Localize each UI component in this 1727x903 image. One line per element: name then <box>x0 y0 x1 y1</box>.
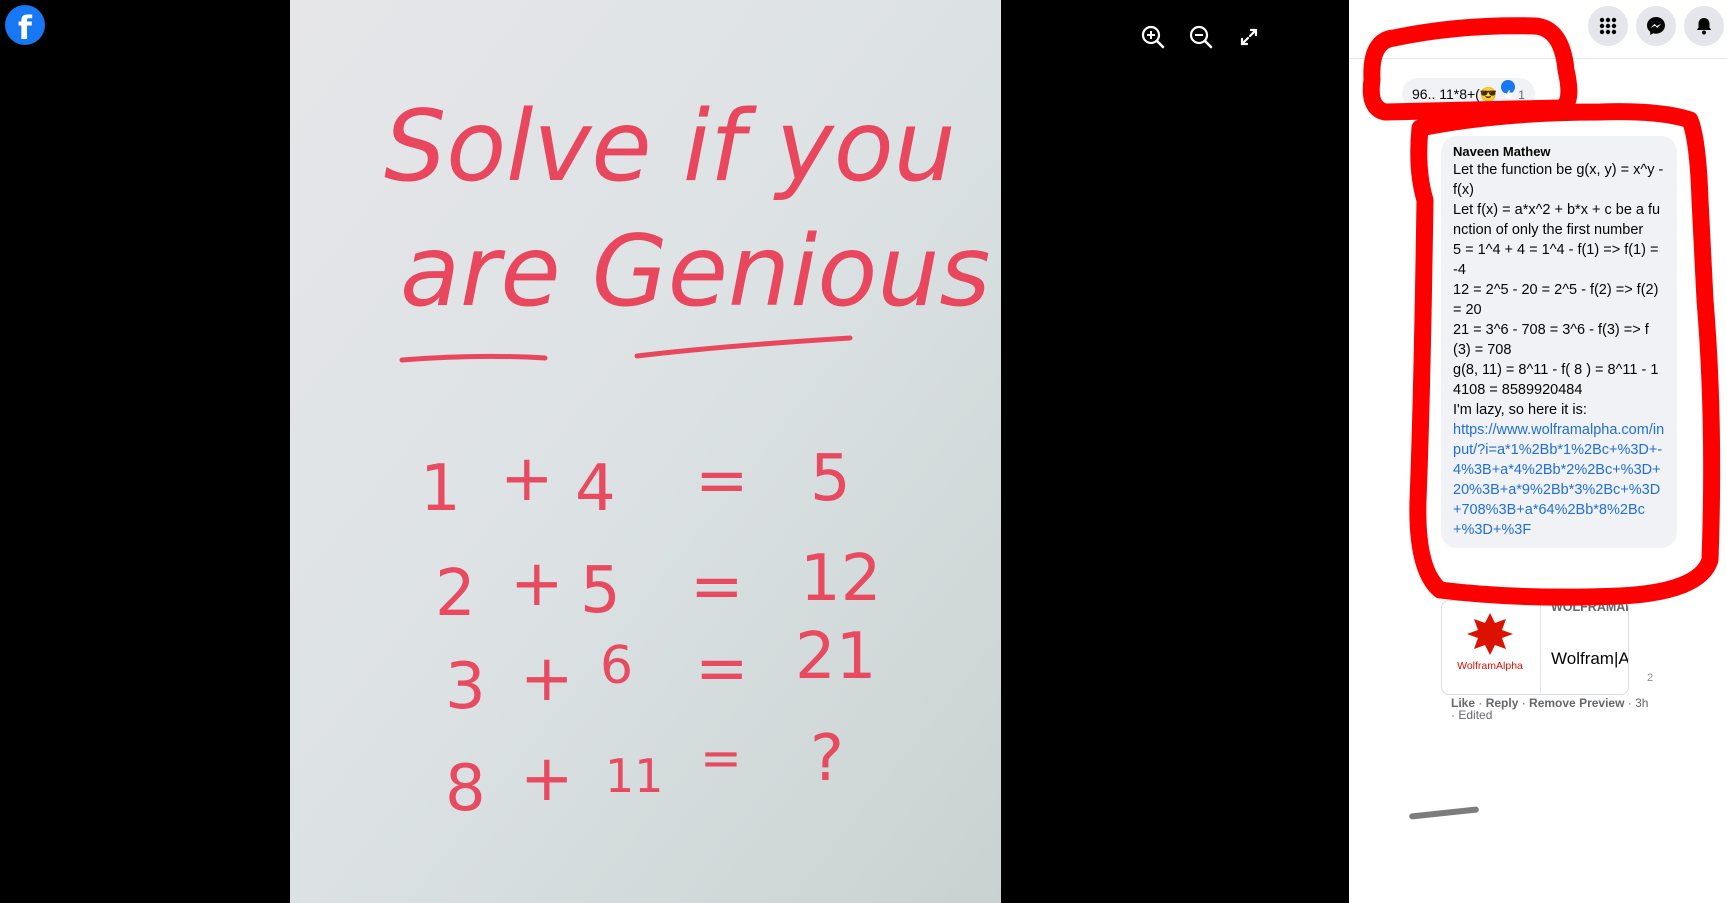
equation-2-result: 12 <box>800 542 881 616</box>
stray-mark <box>1408 806 1480 820</box>
preview-domain: WOLFRAMALPHA.COM <box>1551 600 1628 614</box>
link-preview-card[interactable]: WolframAlpha WOLFRAMALPHA.COM Wolfram|Al… <box>1441 600 1629 695</box>
like-reaction-icon[interactable] <box>1501 80 1516 98</box>
equation-1-result: 5 <box>810 442 851 516</box>
menu-grid-icon[interactable] <box>1588 6 1628 46</box>
reaction-count: 2 <box>1647 672 1654 684</box>
wolframalpha-logo: WolframAlpha <box>1442 601 1541 694</box>
equation-2-a: 2 <box>435 557 476 631</box>
equation-3-a: 3 <box>445 650 486 724</box>
comment-link[interactable]: https://www.wolframalpha.com/input/?i=a*… <box>1453 420 1665 540</box>
photo-title-line1: Solve if you <box>384 90 956 204</box>
comments-sidebar: 96.. 11*8+(😎 1 Naveen Mathew Let the func… <box>1349 0 1727 903</box>
equation-2-op: + <box>510 547 564 621</box>
zoom-in-icon[interactable] <box>1136 20 1170 54</box>
equation-2-eq: = <box>690 550 744 624</box>
comment-line: 12 = 2^5 - 20 = 2^5 - f(2) => f(2) = 20 <box>1453 282 1659 318</box>
equation-3-eq: = <box>695 632 749 706</box>
wolframalpha-logo-text: WolframAlpha <box>1457 660 1523 672</box>
comment-line: 5 = 1^4 + 4 = 1^4 - f(1) => f(1) = -4 <box>1453 242 1659 278</box>
photo-title-line2: are Genious <box>400 215 991 329</box>
post-photo: Solve if you are Genious 1 + 4 = 5 2 + 5… <box>290 0 1001 903</box>
equation-4-op: + <box>520 742 574 816</box>
zoom-out-icon[interactable] <box>1184 20 1218 54</box>
comment-line: 21 = 3^6 - 708 = 3^6 - f(3) => f(3) = 70… <box>1453 322 1649 358</box>
equation-1-a: 1 <box>420 452 461 526</box>
facebook-logo-icon[interactable]: f <box>5 5 45 45</box>
equation-4-a: 8 <box>445 752 486 826</box>
comment-text: 96.. 11*8+(😎 <box>1412 86 1498 102</box>
messenger-icon[interactable] <box>1636 6 1676 46</box>
equation-1-op: + <box>500 442 554 516</box>
notifications-bell-icon[interactable] <box>1684 6 1724 46</box>
edited-label: Edited <box>1458 708 1493 722</box>
reaction-count: 1 <box>1518 88 1525 102</box>
equation-3-b: 6 <box>600 636 633 696</box>
comment-bubble: 96.. 11*8+(😎 1 <box>1402 78 1535 110</box>
equation-1-eq: = <box>695 444 749 518</box>
fullscreen-icon[interactable] <box>1232 20 1266 54</box>
remove-preview-link[interactable]: Remove Preview <box>1529 696 1624 710</box>
comment-bubble: Naveen Mathew Let the function be g(x, y… <box>1441 136 1677 548</box>
preview-title: Wolfram|Alp… <box>1551 649 1629 668</box>
top-bar <box>1349 0 1727 59</box>
comment-line: Let the function be g(x, y) = x^y - f(x) <box>1453 162 1664 198</box>
divider <box>1346 726 1349 903</box>
comment-line: g(8, 11) = 8^11 - f( 8 ) = 8^11 - 14108 … <box>1453 362 1659 398</box>
equation-3-result: 21 <box>795 620 876 694</box>
comment-line: Let f(x) = a*x^2 + b*x + c be a function… <box>1453 202 1661 238</box>
equation-3-op: + <box>520 642 574 716</box>
equation-2-b: 5 <box>580 554 621 628</box>
comment-author[interactable]: Naveen Mathew <box>1453 144 1665 160</box>
comment-line: I'm lazy, so here it is: <box>1453 402 1587 418</box>
comment-actions: Like · Reply · Remove Preview · 3h · Edi… <box>1451 696 1649 722</box>
equation-4-eq: = <box>700 729 742 787</box>
photo-viewer: f Solve if you are Genious 1 + 4 = 5 2 +… <box>0 0 1349 903</box>
comment-timestamp[interactable]: 3h <box>1635 696 1648 710</box>
equation-1-b: 4 <box>575 452 616 526</box>
equation-4-b: 11 <box>605 749 664 803</box>
equation-4-result: ? <box>810 722 844 796</box>
